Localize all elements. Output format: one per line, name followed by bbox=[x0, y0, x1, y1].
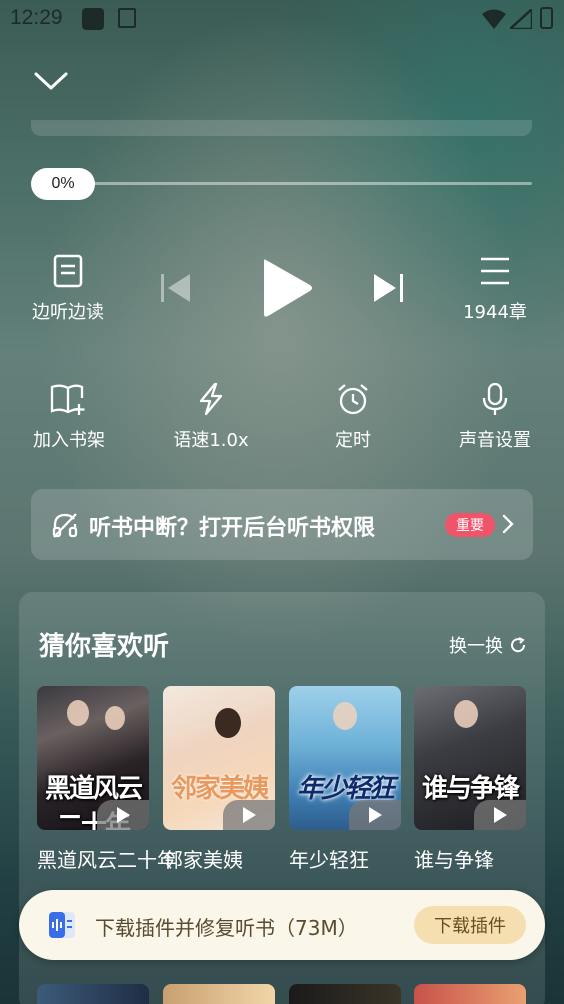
book-name: 谁与争锋 bbox=[414, 848, 494, 872]
audio-document-icon bbox=[49, 912, 75, 938]
progress-thumb[interactable]: 0% bbox=[31, 168, 95, 200]
chapter-list-button[interactable]: 1944章 bbox=[448, 254, 542, 324]
book-cover: 年少轻狂 bbox=[289, 686, 401, 830]
bookshelf-add-icon bbox=[50, 384, 85, 415]
voice-settings-button[interactable]: 声音设置 bbox=[442, 382, 548, 452]
play-small-icon bbox=[243, 807, 256, 823]
book-cover: 黑道风云二十年 bbox=[37, 686, 149, 830]
collapsed-header-strip bbox=[31, 120, 532, 136]
sleep-timer-button[interactable]: 定时 bbox=[300, 382, 406, 452]
book-cover: 邻家美姨 bbox=[163, 686, 275, 830]
status-time: 12:29 bbox=[10, 6, 63, 29]
document-icon bbox=[53, 254, 83, 288]
notification-icon bbox=[82, 8, 104, 30]
refresh-label: 换一换 bbox=[449, 636, 503, 657]
book-name: 黑道风云二十年 bbox=[37, 848, 177, 872]
download-plugin-button[interactable]: 下载插件 bbox=[414, 906, 526, 944]
background-permission-banner[interactable]: 听书中断？打开后台听书权限 重要 bbox=[31, 489, 533, 560]
book-name: 邻家美姨 bbox=[163, 848, 243, 872]
chapter-count-label: 1944章 bbox=[463, 302, 527, 323]
book-card[interactable]: 邻家美姨 邻家美姨 bbox=[163, 686, 275, 873]
read-along-button[interactable]: 边听边读 bbox=[22, 254, 114, 324]
refresh-icon bbox=[511, 637, 526, 653]
sleep-timer-label: 定时 bbox=[335, 430, 371, 451]
add-to-bookshelf-label: 加入书架 bbox=[33, 430, 105, 451]
cover-figure bbox=[333, 702, 357, 730]
cover-figure bbox=[454, 700, 478, 728]
next-chapter-icon[interactable] bbox=[370, 270, 406, 306]
status-bar: 12:29 bbox=[0, 0, 564, 38]
wifi-icon bbox=[482, 9, 506, 29]
app-notification-icon bbox=[118, 8, 136, 28]
add-to-bookshelf-button[interactable]: 加入书架 bbox=[16, 382, 122, 452]
banner-text: 听书中断？打开后台听书权限 bbox=[89, 516, 376, 541]
cover-figure bbox=[67, 700, 89, 726]
book-cover-peek[interactable] bbox=[414, 984, 526, 1004]
download-plugin-bar[interactable]: 下载插件并修复听书（73M） 下载插件 bbox=[19, 890, 545, 960]
play-small-icon bbox=[494, 807, 507, 823]
alarm-clock-icon bbox=[338, 384, 368, 415]
book-cover-peek[interactable] bbox=[163, 984, 275, 1004]
headphones-off-icon bbox=[52, 513, 78, 538]
playback-speed-label: 语速1.0x bbox=[173, 430, 249, 451]
book-card[interactable]: 年少轻狂 年少轻狂 bbox=[289, 686, 401, 873]
progress-slider[interactable] bbox=[94, 182, 532, 185]
book-card[interactable]: 谁与争锋 谁与争锋 bbox=[414, 686, 526, 873]
play-small-icon bbox=[369, 807, 382, 823]
signal-icon bbox=[510, 9, 532, 29]
playback-speed-button[interactable]: 语速1.0x bbox=[158, 382, 264, 452]
refresh-button[interactable]: 换一换 bbox=[449, 632, 527, 658]
book-card[interactable]: 黑道风云二十年 黑道风云二十年 bbox=[37, 686, 177, 873]
book-cover-peek[interactable] bbox=[289, 984, 401, 1004]
book-name: 年少轻狂 bbox=[289, 848, 369, 872]
microphone-icon bbox=[482, 382, 508, 415]
play-small-icon bbox=[117, 807, 130, 823]
chevron-right-icon bbox=[502, 514, 514, 534]
read-along-label: 边听边读 bbox=[32, 302, 104, 323]
battery-icon bbox=[540, 7, 553, 29]
lightning-icon bbox=[199, 382, 223, 416]
voice-settings-label: 声音设置 bbox=[459, 430, 531, 451]
important-badge: 重要 bbox=[445, 513, 495, 537]
play-icon[interactable] bbox=[256, 256, 316, 320]
section-title: 猜你喜欢听 bbox=[39, 632, 170, 662]
book-cover: 谁与争锋 bbox=[414, 686, 526, 830]
menu-list-icon bbox=[481, 257, 509, 285]
previous-chapter-icon[interactable] bbox=[158, 270, 194, 306]
cover-play-button[interactable] bbox=[474, 800, 526, 830]
cover-figure bbox=[105, 706, 125, 730]
download-plugin-text: 下载插件并修复听书（73M） bbox=[95, 916, 358, 940]
book-cover-peek[interactable] bbox=[37, 984, 149, 1004]
cover-play-button[interactable] bbox=[349, 800, 401, 830]
collapse-chevron-icon[interactable] bbox=[32, 66, 70, 96]
cover-play-button[interactable] bbox=[97, 800, 149, 830]
cover-play-button[interactable] bbox=[223, 800, 275, 830]
cover-figure bbox=[215, 708, 241, 738]
